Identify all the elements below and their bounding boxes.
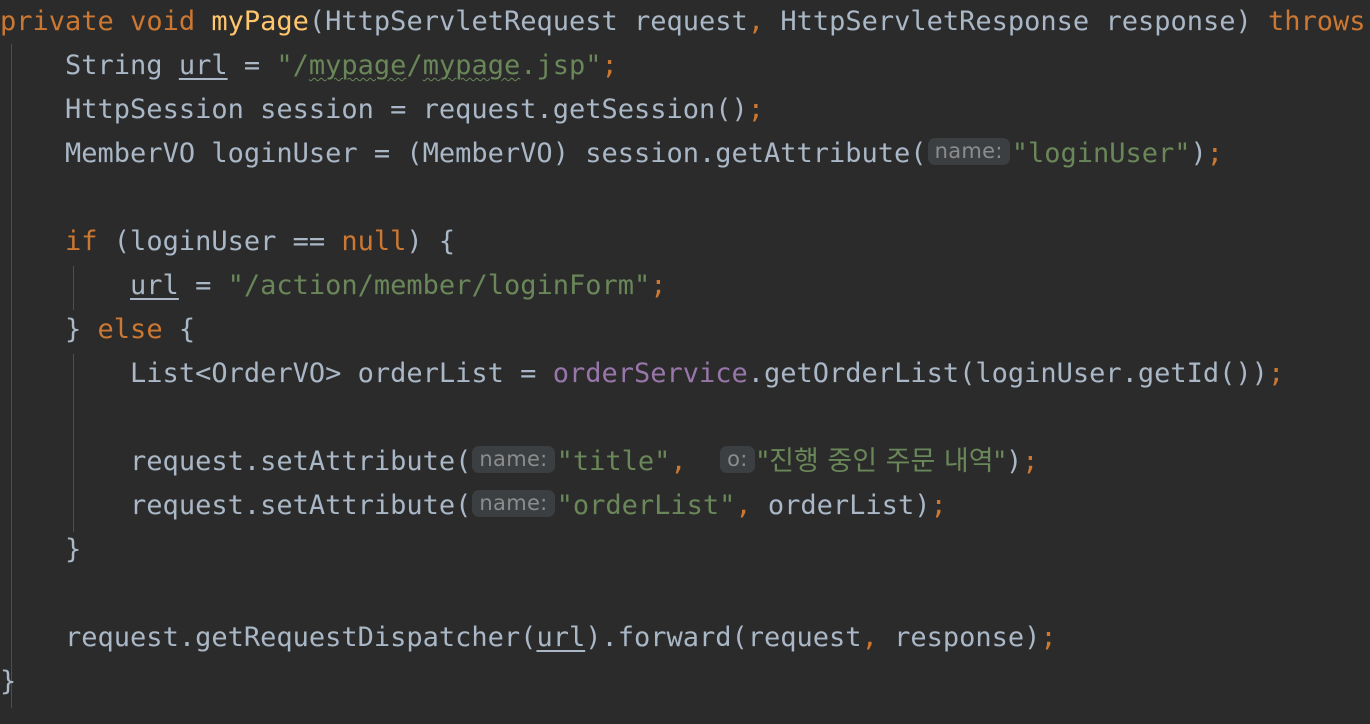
- code-token: ,: [861, 622, 878, 653]
- code-token: request.setAttribute(: [130, 490, 472, 521]
- code-token: request.getRequestDispatcher(: [65, 622, 537, 653]
- code-token: List<OrderVO> orderList =: [130, 358, 553, 389]
- code-token: "/: [276, 50, 309, 81]
- code-token: ).forward(request: [585, 622, 862, 653]
- code-token: {: [162, 314, 196, 345]
- code-line[interactable]: [0, 176, 1370, 220]
- code-line[interactable]: [0, 572, 1370, 616]
- code-token: ;: [1040, 622, 1057, 653]
- code-token: .getOrderList(loginUser.getId()): [747, 358, 1268, 389]
- code-token: orderService: [552, 358, 748, 389]
- parameter-hint-chip[interactable]: name:: [472, 446, 555, 473]
- code-token: String: [65, 50, 179, 81]
- code-token: =: [178, 270, 228, 301]
- code-token: ;: [930, 490, 947, 521]
- code-content[interactable]: private void myPage(HttpServletRequest r…: [0, 0, 1370, 704]
- code-line[interactable]: [0, 396, 1370, 440]
- code-token: url: [536, 622, 586, 653]
- code-token: throws: [1268, 6, 1366, 37]
- code-token: "진행 중인 주문 내역": [756, 446, 1006, 477]
- code-token: "loginUser": [1011, 138, 1191, 169]
- code-token: ) {: [406, 226, 456, 257]
- code-line[interactable]: url = "/action/member/loginForm";: [0, 264, 1370, 308]
- code-token: else: [97, 314, 163, 345]
- code-token: ;: [1022, 446, 1039, 477]
- parameter-hint-chip[interactable]: name:: [927, 138, 1010, 165]
- code-token: HttpSession session = request.getSession…: [65, 94, 748, 125]
- code-token: response): [877, 622, 1041, 653]
- code-token: "title": [556, 446, 671, 477]
- code-line[interactable]: } else {: [0, 308, 1370, 352]
- code-token: mypage: [422, 50, 521, 81]
- code-line[interactable]: request.setAttribute(name: "orderList", o…: [0, 484, 1370, 528]
- code-token: ;: [1267, 358, 1285, 389]
- code-token: url: [178, 50, 228, 81]
- parameter-hint-chip[interactable]: o:: [720, 446, 755, 473]
- code-line[interactable]: }: [0, 660, 1370, 704]
- code-line[interactable]: }: [0, 528, 1370, 572]
- code-token: MemberVO loginUser = (MemberVO) session.…: [65, 138, 927, 169]
- code-token: ,: [747, 6, 765, 37]
- code-token: myPage: [211, 6, 309, 37]
- code-token: (loginUser ==: [97, 226, 342, 257]
- code-token: ): [1190, 138, 1207, 169]
- code-line[interactable]: List<OrderVO> orderList = orderService.g…: [0, 352, 1370, 396]
- code-token: ,: [670, 446, 687, 477]
- code-token: ;: [1206, 138, 1224, 169]
- code-token: null: [341, 226, 407, 257]
- code-line[interactable]: request.getRequestDispatcher(url).forwar…: [0, 616, 1370, 660]
- code-token: ;: [650, 270, 667, 301]
- code-token: }: [65, 534, 82, 565]
- code-token: private: [0, 6, 114, 37]
- code-token: .jsp": [520, 50, 602, 81]
- code-token: url: [130, 270, 179, 301]
- code-token: mypage: [308, 50, 407, 81]
- code-token: }: [0, 666, 17, 697]
- code-line[interactable]: request.setAttribute(name: "title", o: "진행…: [0, 440, 1370, 484]
- code-token: ;: [601, 50, 618, 81]
- code-token: ): [1005, 446, 1023, 477]
- code-line[interactable]: private void myPage(HttpServletRequest r…: [0, 0, 1370, 44]
- code-line[interactable]: String url = "/mypage/mypage.jsp";: [0, 44, 1370, 88]
- code-token: orderList): [751, 490, 931, 521]
- code-line[interactable]: MemberVO loginUser = (MemberVO) session.…: [0, 132, 1370, 176]
- code-token: /: [406, 50, 423, 81]
- code-token: "orderList": [556, 490, 736, 521]
- parameter-hint-chip[interactable]: name:: [472, 490, 555, 517]
- code-token: ,: [735, 490, 752, 521]
- code-token: ;: [747, 94, 765, 125]
- code-editor[interactable]: private void myPage(HttpServletRequest r…: [0, 0, 1370, 724]
- code-token: =: [227, 50, 277, 81]
- code-token: if: [65, 226, 98, 257]
- code-line[interactable]: HttpSession session = request.getSession…: [0, 88, 1370, 132]
- code-token: "/action/member/loginForm": [227, 270, 651, 301]
- code-token: request.setAttribute(: [130, 446, 472, 477]
- code-token: (HttpServletRequest request: [308, 6, 748, 37]
- code-token: HttpServletResponse response): [764, 6, 1252, 37]
- code-token: void: [130, 6, 196, 37]
- code-token: }: [65, 314, 98, 345]
- code-line[interactable]: if (loginUser == null) {: [0, 220, 1370, 264]
